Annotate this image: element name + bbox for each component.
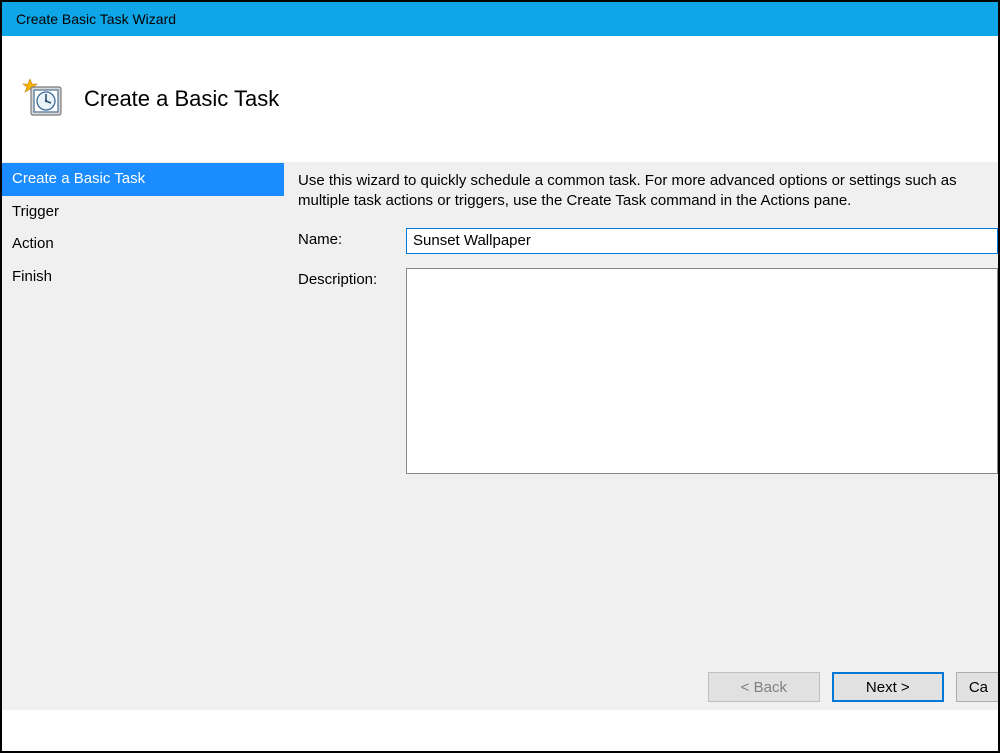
name-label: Name: xyxy=(298,228,406,248)
description-label: Description: xyxy=(298,268,406,288)
step-action[interactable]: Action xyxy=(2,228,284,261)
next-button[interactable]: Next > xyxy=(832,672,944,702)
page-title: Create a Basic Task xyxy=(84,86,279,112)
sidebar-item-label: Finish xyxy=(12,268,52,285)
window-title: Create Basic Task Wizard xyxy=(16,11,176,27)
wizard-steps-sidebar: Create a Basic Task Trigger Action Finis… xyxy=(2,163,284,710)
wizard-footer: < Back Next > Ca xyxy=(708,666,998,708)
sidebar-item-label: Trigger xyxy=(12,203,59,220)
titlebar[interactable]: Create Basic Task Wizard xyxy=(2,2,998,36)
step-trigger[interactable]: Trigger xyxy=(2,196,284,229)
description-textarea[interactable] xyxy=(406,268,998,474)
cancel-button[interactable]: Ca xyxy=(956,672,998,702)
step-create-basic-task[interactable]: Create a Basic Task xyxy=(2,163,284,196)
intro-text: Use this wizard to quickly schedule a co… xyxy=(298,171,998,212)
sidebar-item-label: Action xyxy=(12,235,54,252)
step-finish[interactable]: Finish xyxy=(2,261,284,294)
wizard-main-panel: Use this wizard to quickly schedule a co… xyxy=(284,163,998,710)
name-input[interactable] xyxy=(406,228,998,254)
back-button: < Back xyxy=(708,672,820,702)
wizard-header: Create a Basic Task xyxy=(2,36,998,162)
task-scheduler-icon xyxy=(22,77,66,121)
sidebar-item-label: Create a Basic Task xyxy=(12,170,145,187)
